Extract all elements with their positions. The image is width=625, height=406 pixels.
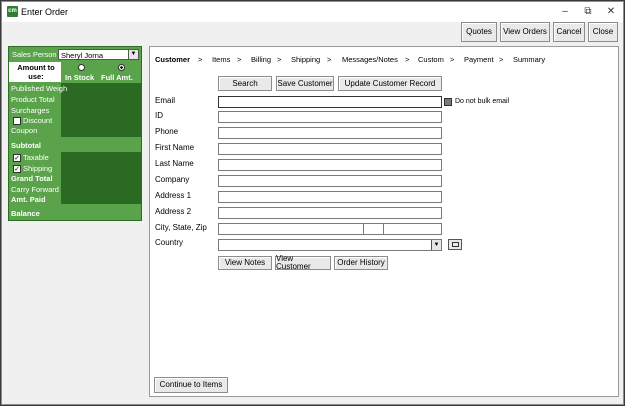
breadcrumb-separator: > xyxy=(237,55,242,64)
title-bar: cm Enter Order – ⧉ ✕ xyxy=(2,2,623,22)
close-button[interactable]: Close xyxy=(588,22,618,42)
save-customer-button[interactable]: Save Customer xyxy=(276,76,334,91)
breadcrumb-billing[interactable]: Billing xyxy=(251,55,271,64)
cancel-button-label: Cancel xyxy=(556,27,582,36)
enter-order-window: cm Enter Order – ⧉ ✕ Quotes View Orders … xyxy=(1,1,624,405)
quotes-button[interactable]: Quotes xyxy=(461,22,497,42)
view-customer-button-label: View Customer xyxy=(276,254,311,271)
discount-checkbox[interactable] xyxy=(13,117,21,125)
save-customer-button-label: Save Customer xyxy=(277,78,333,88)
update-customer-record-button-label: Update Customer Record xyxy=(344,78,436,88)
city-field[interactable] xyxy=(218,223,364,235)
order-history-button-label: Order History xyxy=(337,258,385,267)
breadcrumb-items[interactable]: Items xyxy=(212,55,230,64)
breadcrumb-shipping[interactable]: Shipping xyxy=(291,55,320,64)
do-not-bulk-email-checkbox[interactable] xyxy=(444,98,452,106)
coupon-label: Coupon xyxy=(11,126,38,135)
breadcrumb-messages-notes[interactable]: Messages/Notes xyxy=(342,55,398,64)
continue-to-items-button-label: Continue to Items xyxy=(159,380,223,389)
city-state-zip-label: City, State, Zip xyxy=(155,223,207,232)
amount-to-use-box: Amount to use: xyxy=(9,62,61,82)
view-customer-button[interactable]: View Customer xyxy=(275,254,331,271)
address2-label: Address 2 xyxy=(155,207,192,216)
last-name-field[interactable] xyxy=(218,159,442,171)
subtotal-label: Subtotal xyxy=(11,141,41,150)
address2-field[interactable] xyxy=(218,207,442,219)
address1-label: Address 1 xyxy=(155,191,192,200)
breadcrumb-customer[interactable]: Customer xyxy=(155,55,190,64)
order-summary-panel: Sales Person Sheryl Jorna ▼ Amount to us… xyxy=(8,46,142,221)
totals-values-column-1 xyxy=(61,83,141,137)
customer-panel: Customer > Items > Billing > Shipping > … xyxy=(149,46,619,397)
update-customer-record-button[interactable]: Update Customer Record xyxy=(338,76,442,91)
chevron-down-icon[interactable]: ▼ xyxy=(431,240,441,250)
chevron-down-icon[interactable]: ▼ xyxy=(128,50,138,59)
balance-label: Balance xyxy=(11,209,40,218)
in-stock-label: In Stock xyxy=(65,73,95,82)
search-button-label: Search xyxy=(232,78,258,88)
view-notes-button-label: View Notes xyxy=(224,258,266,267)
sales-person-select[interactable]: Sheryl Jorna ▼ xyxy=(58,49,139,60)
view-orders-button-label: View Orders xyxy=(503,27,547,36)
published-weight-label: Published Weigh xyxy=(11,84,68,93)
breadcrumb-separator: > xyxy=(327,55,332,64)
sales-person-value: Sheryl Jorna xyxy=(61,51,104,60)
amt-paid-label: Amt. Paid xyxy=(11,195,46,204)
taxable-label: Taxable xyxy=(23,153,49,162)
breadcrumb-separator: > xyxy=(450,55,455,64)
amount-to-use-label: Amount to use: xyxy=(17,63,55,81)
state-field[interactable] xyxy=(363,223,385,235)
last-name-label: Last Name xyxy=(155,159,194,168)
country-select[interactable]: ▼ xyxy=(218,239,442,251)
product-total-label: Product Total xyxy=(11,95,55,104)
view-orders-button[interactable]: View Orders xyxy=(500,22,550,42)
address1-field[interactable] xyxy=(218,191,442,203)
first-name-field[interactable] xyxy=(218,143,442,155)
breadcrumb-separator: > xyxy=(499,55,504,64)
phone-field[interactable] xyxy=(218,127,442,139)
breadcrumb-separator: > xyxy=(405,55,410,64)
sales-person-label: Sales Person xyxy=(12,50,57,59)
in-stock-radio[interactable] xyxy=(78,64,85,71)
country-label: Country xyxy=(155,238,184,247)
first-name-label: First Name xyxy=(155,143,195,152)
surcharges-label: Surcharges xyxy=(11,106,50,115)
email-field[interactable] xyxy=(218,96,442,108)
full-amt-radio[interactable] xyxy=(118,64,125,71)
carry-forward-label: Carry Forward xyxy=(11,185,59,194)
close-button-label: Close xyxy=(592,27,614,36)
company-field[interactable] xyxy=(218,175,442,187)
discount-label: Discount xyxy=(23,116,53,125)
shipping-label: Shipping xyxy=(23,164,53,173)
breadcrumb-summary[interactable]: Summary xyxy=(513,55,545,64)
id-label: ID xyxy=(155,111,163,120)
id-field[interactable] xyxy=(218,111,442,123)
quotes-button-label: Quotes xyxy=(466,27,492,36)
shipping-checkbox[interactable]: ✓ xyxy=(13,165,21,173)
view-notes-button[interactable]: View Notes xyxy=(218,256,272,270)
order-history-button[interactable]: Order History xyxy=(334,256,388,270)
email-label: Email xyxy=(155,96,176,105)
minimize-icon[interactable]: – xyxy=(558,5,572,19)
continue-to-items-button[interactable]: Continue to Items xyxy=(154,377,228,393)
totals-values-column-2 xyxy=(61,152,141,204)
phone-label: Phone xyxy=(155,127,179,136)
app-icon: cm xyxy=(7,6,18,17)
close-icon[interactable]: ✕ xyxy=(604,5,618,19)
window-title: Enter Order xyxy=(21,7,69,17)
breadcrumb-separator: > xyxy=(277,55,282,64)
breadcrumb-separator: > xyxy=(198,55,203,64)
breadcrumb-custom[interactable]: Custom xyxy=(418,55,444,64)
taxable-checkbox[interactable]: ✓ xyxy=(13,154,21,162)
grand-total-label: Grand Total xyxy=(11,174,53,183)
do-not-bulk-email-label: Do not bulk email xyxy=(455,98,510,105)
full-amt-label: Full Amt. xyxy=(101,73,133,82)
breadcrumb-payment[interactable]: Payment xyxy=(464,55,494,64)
restore-icon[interactable]: ⧉ xyxy=(581,5,595,19)
address-lookup-icon[interactable] xyxy=(448,239,462,250)
search-button[interactable]: Search xyxy=(218,76,272,91)
zip-field[interactable] xyxy=(383,223,442,235)
cancel-button[interactable]: Cancel xyxy=(553,22,585,42)
company-label: Company xyxy=(155,175,190,184)
